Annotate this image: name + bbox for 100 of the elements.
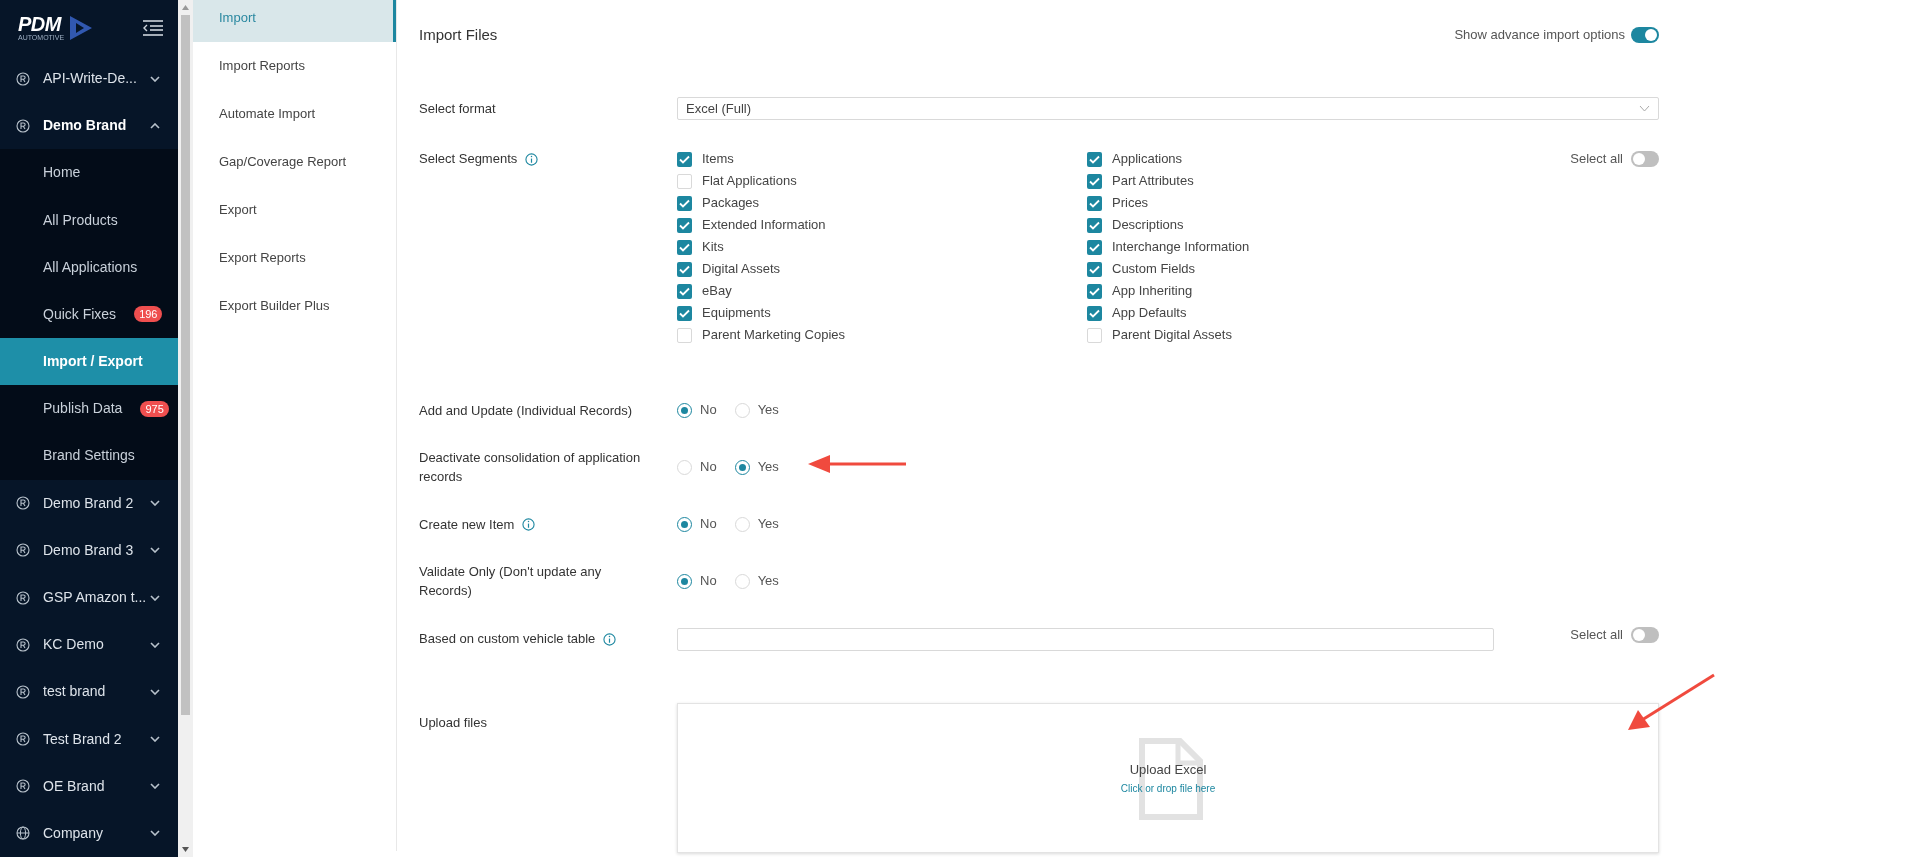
segment-checkbox[interactable]: Applications: [1087, 148, 1183, 170]
count-badge: 975: [140, 400, 169, 417]
segment-checkbox[interactable]: Prices: [1087, 192, 1149, 214]
radio-option[interactable]: No: [677, 571, 717, 591]
segment-checkbox[interactable]: Flat Applications: [677, 170, 797, 192]
segment-checkbox[interactable]: Descriptions: [1087, 214, 1184, 236]
submenu-item[interactable]: Publish Data 975: [0, 385, 178, 433]
format-dropdown[interactable]: Excel (Full): [677, 97, 1659, 120]
submenu-item[interactable]: Home: [0, 149, 178, 197]
check-icon: [679, 264, 690, 274]
option-label: Add and Update (Individual Records): [419, 401, 633, 420]
submenu-item[interactable]: All Applications: [0, 243, 178, 291]
upload-hint-link[interactable]: Click or drop file here: [1120, 781, 1216, 797]
chevron-down-icon: [150, 594, 160, 601]
radio-option[interactable]: Yes: [734, 400, 779, 420]
scroll-up-icon[interactable]: [182, 5, 189, 10]
segment-checkbox[interactable]: Interchange Information: [1087, 236, 1250, 258]
check-icon: [1089, 308, 1100, 318]
radio-option[interactable]: No: [677, 400, 717, 420]
registered-icon: [16, 779, 30, 794]
segment-checkbox[interactable]: Items: [677, 148, 734, 170]
registered-icon: [16, 732, 30, 746]
option-label: Create new Item: [419, 515, 515, 534]
chevron-down-icon: [150, 641, 160, 648]
submenu-item[interactable]: Import / Export: [0, 338, 178, 386]
sidebar-item[interactable]: Demo Brand 3: [0, 526, 178, 574]
chevron-up-icon: [150, 122, 160, 129]
vehicle-table-field[interactable]: [677, 628, 1494, 651]
registered-icon: [16, 590, 30, 605]
segment-checkbox[interactable]: Digital Assets: [677, 258, 781, 280]
segment-checkbox[interactable]: App Defaults: [1087, 302, 1187, 324]
select-all-toggle[interactable]: [1631, 151, 1659, 167]
submenu-tab[interactable]: Import Reports: [193, 42, 396, 90]
sidebar-item[interactable]: Demo Brand 2: [0, 479, 178, 527]
submenu-item[interactable]: Brand Settings: [0, 432, 178, 480]
field-label: Select format: [419, 99, 497, 118]
select-all-label: Select all: [1570, 151, 1623, 167]
advanced-options-toggle[interactable]: [1631, 27, 1659, 43]
segment-checkbox[interactable]: Part Attributes: [1087, 170, 1194, 192]
submenu-item[interactable]: All Products: [0, 196, 178, 244]
submenu-tab[interactable]: Export Builder Plus: [193, 282, 396, 330]
check-icon: [679, 198, 690, 208]
segment-checkbox[interactable]: eBay: [677, 280, 732, 302]
submenu-tab[interactable]: Automate Import: [193, 90, 396, 138]
chevron-down-icon: [1639, 105, 1650, 112]
radio-option[interactable]: No: [677, 457, 717, 477]
radio-option[interactable]: No: [677, 514, 717, 534]
chevron-down-icon: [150, 783, 160, 790]
sidebar-item[interactable]: OE Brand: [0, 762, 178, 810]
radio-option[interactable]: Yes: [734, 571, 779, 591]
submenu-item[interactable]: Quick Fixes 196: [0, 290, 178, 339]
sidebar-item[interactable]: KC Demo: [0, 621, 178, 669]
page-title: Import Files: [419, 24, 498, 45]
scrollbar[interactable]: [178, 0, 193, 857]
sidebar-item[interactable]: API-Write-De...: [0, 55, 178, 103]
segment-checkbox[interactable]: Packages: [677, 192, 760, 214]
check-icon: [679, 286, 690, 296]
count-badge: 196: [134, 306, 163, 323]
chevron-down-icon: [150, 75, 160, 82]
info-icon[interactable]: [522, 517, 536, 531]
submenu-tab[interactable]: Gap/Coverage Report: [193, 138, 396, 186]
sidebar-item[interactable]: Company: [0, 809, 178, 857]
check-icon: [1089, 220, 1100, 230]
check-icon: [1089, 176, 1100, 186]
segment-checkbox[interactable]: Equipments: [677, 302, 771, 324]
submenu-tab[interactable]: Export: [193, 186, 396, 234]
info-icon[interactable]: [525, 152, 539, 166]
chevron-down-icon: [150, 688, 160, 695]
check-icon: [679, 308, 690, 318]
select-all-toggle[interactable]: [1631, 627, 1659, 643]
check-icon: [1089, 154, 1100, 164]
check-icon: [1089, 264, 1100, 274]
registered-icon: [16, 496, 30, 511]
chevron-down-icon: [150, 500, 160, 507]
segment-checkbox[interactable]: App Inheriting: [1087, 280, 1193, 302]
sidebar-item[interactable]: Test Brand 2: [0, 715, 178, 763]
radio-option[interactable]: Yes: [734, 457, 779, 477]
sidebar-item[interactable]: GSP Amazon t...: [0, 573, 178, 622]
registered-icon: [16, 71, 30, 86]
submenu-tab[interactable]: Export Reports: [193, 234, 396, 282]
info-icon[interactable]: [603, 632, 617, 646]
segment-checkbox[interactable]: Parent Digital Assets: [1087, 324, 1232, 346]
scroll-down-icon[interactable]: [182, 847, 189, 852]
upload-dropzone[interactable]: Upload Excel Click or drop file here: [677, 703, 1659, 853]
segment-checkbox[interactable]: Extended Information: [677, 214, 826, 236]
segment-checkbox[interactable]: Parent Marketing Copies: [677, 324, 846, 346]
radio-option[interactable]: Yes: [734, 514, 779, 534]
chevron-down-icon: [150, 547, 160, 554]
field-label: Select Segments: [419, 150, 518, 169]
field-label: Based on custom vehicle table: [419, 630, 596, 649]
check-icon: [679, 220, 690, 230]
upload-title: Upload Excel: [1129, 760, 1207, 779]
option-label: Validate Only (Don't update any Records): [419, 563, 603, 600]
segment-checkbox[interactable]: Kits: [677, 236, 724, 258]
sidebar-item[interactable]: Demo Brand: [0, 102, 178, 150]
check-icon: [1089, 286, 1100, 296]
sidebar-item[interactable]: test brand: [0, 668, 178, 716]
segment-checkbox[interactable]: Custom Fields: [1087, 258, 1196, 280]
check-icon: [679, 154, 690, 164]
menu-collapse-icon[interactable]: [142, 18, 164, 37]
